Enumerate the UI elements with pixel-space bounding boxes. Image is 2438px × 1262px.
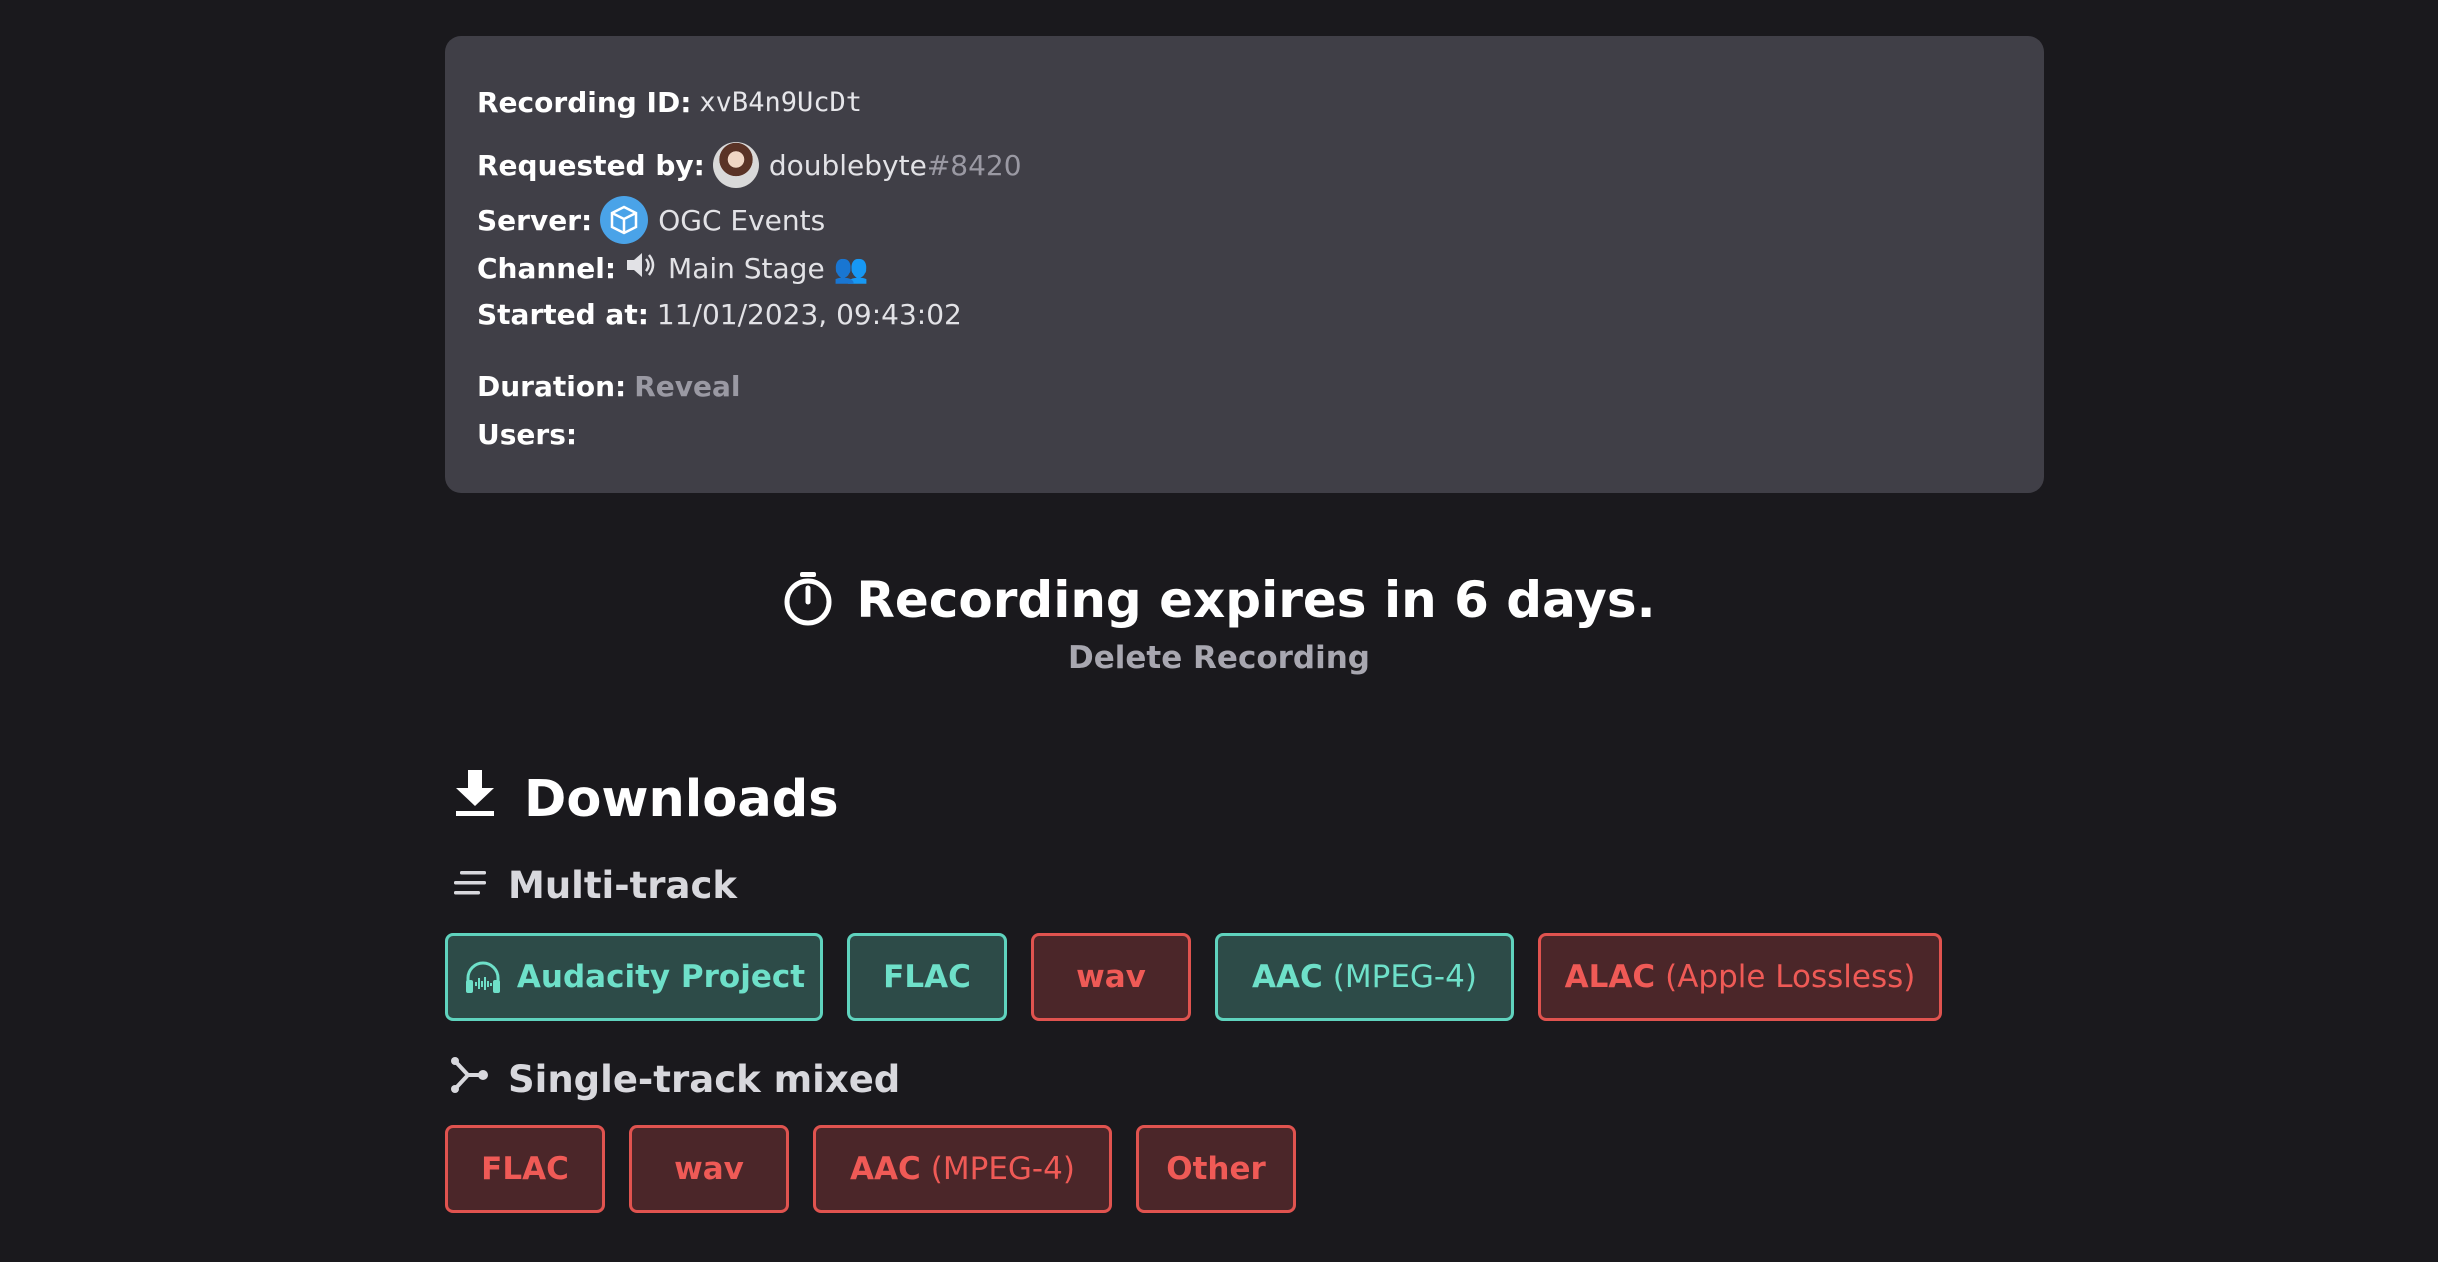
mixed-icon <box>450 1056 490 1103</box>
audacity-project-button[interactable]: Audacity Project <box>445 933 823 1021</box>
channel-row: Channel: Main Stage 👥 <box>477 250 868 287</box>
headphones-icon <box>463 959 503 995</box>
duration-row: Duration: Reveal <box>477 370 741 403</box>
recording-id-label: Recording ID: <box>477 86 692 119</box>
multitrack-flac-button[interactable]: FLAC <box>847 933 1007 1021</box>
singletrack-heading: Single-track mixed <box>450 1056 900 1103</box>
server-label: Server: <box>477 203 593 237</box>
multitrack-alac-sublabel: (Apple Lossless) <box>1665 959 1916 995</box>
duration-reveal-link[interactable]: Reveal <box>634 370 740 403</box>
speaker-icon <box>624 250 658 287</box>
singletrack-flac-label: FLAC <box>481 1151 569 1187</box>
singletrack-other-label: Other <box>1166 1151 1266 1187</box>
singletrack-aac-button[interactable]: AAC (MPEG-4) <box>813 1125 1112 1213</box>
started-value: 11/01/2023, 09:43:02 <box>656 298 962 331</box>
singletrack-aac-label: AAC <box>850 1151 921 1187</box>
recording-id-row: Recording ID: xvB4n9UcDt <box>477 86 862 119</box>
multitrack-aac-button[interactable]: AAC (MPEG-4) <box>1215 933 1514 1021</box>
audacity-label: Audacity Project <box>516 959 806 995</box>
singletrack-other-button[interactable]: Other <box>1136 1125 1296 1213</box>
requester-tag: #8420 <box>926 148 1022 182</box>
multitrack-wav-label: wav <box>1076 959 1146 995</box>
download-icon <box>452 768 498 831</box>
multitrack-alac-label: ALAC <box>1564 959 1656 995</box>
multitrack-aac-label: AAC <box>1252 959 1323 995</box>
channel-label: Channel: <box>477 252 617 285</box>
requester-name: doublebyte <box>768 148 927 182</box>
channel-name: Main Stage 👥 <box>668 252 869 285</box>
started-label: Started at: <box>477 298 649 331</box>
duration-label: Duration: <box>477 370 627 403</box>
downloads-title: Downloads <box>524 770 839 829</box>
singletrack-flac-button[interactable]: FLAC <box>445 1125 605 1213</box>
downloads-heading: Downloads <box>452 768 839 831</box>
server-name: OGC Events <box>658 203 826 237</box>
delete-recording-button[interactable]: Delete Recording <box>0 640 2438 676</box>
recording-info-card: Recording ID: xvB4n9UcDt Requested by: d… <box>445 36 2044 493</box>
server-icon <box>600 196 649 244</box>
singletrack-wav-button[interactable]: wav <box>629 1125 789 1213</box>
started-row: Started at: 11/01/2023, 09:43:02 <box>477 298 962 331</box>
multitrack-title: Multi-track <box>508 864 738 907</box>
singletrack-aac-sublabel: (MPEG-4) <box>930 1151 1075 1187</box>
timer-icon <box>782 570 834 630</box>
expiry-notice: Recording expires in 6 days. <box>0 570 2438 630</box>
multitrack-aac-sublabel: (MPEG-4) <box>1332 959 1477 995</box>
multitrack-heading: Multi-track <box>450 864 737 907</box>
avatar <box>712 142 759 188</box>
singletrack-wav-label: wav <box>674 1151 744 1187</box>
expiry-title: Recording expires in 6 days. <box>856 571 1656 629</box>
recording-id-value: xvB4n9UcDt <box>699 87 862 118</box>
multitrack-icon <box>450 864 490 907</box>
singletrack-title: Single-track mixed <box>508 1058 901 1101</box>
users-row: Users: <box>477 418 585 451</box>
requested-by-row: Requested by: doublebyte #8420 <box>477 142 1022 188</box>
requested-by-label: Requested by: <box>477 148 705 182</box>
multitrack-flac-label: FLAC <box>883 959 971 995</box>
server-row: Server: OGC Events <box>477 196 825 244</box>
multitrack-alac-button[interactable]: ALAC (Apple Lossless) <box>1538 933 1942 1021</box>
users-label: Users: <box>477 418 578 451</box>
multitrack-wav-button[interactable]: wav <box>1031 933 1191 1021</box>
